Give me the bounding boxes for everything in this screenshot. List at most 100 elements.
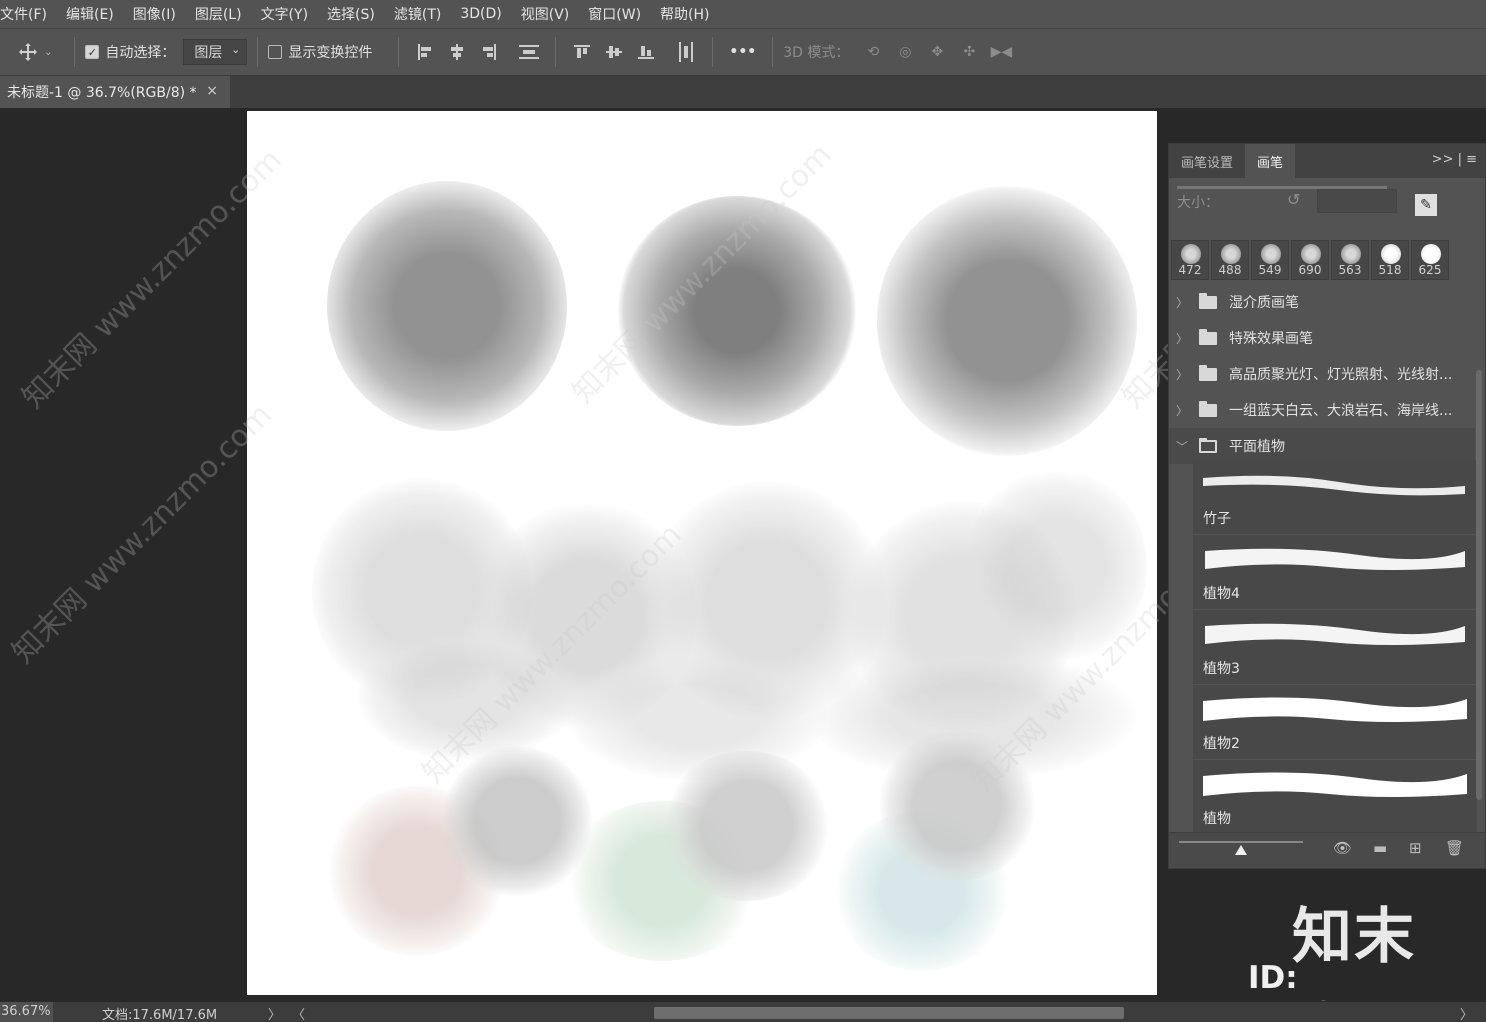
auto-select-checkbox[interactable]: ✓ [85,45,100,59]
show-transform-label: 显示变换控件 [288,45,373,61]
menu-type[interactable]: 文字(Y) [261,4,317,24]
size-label: 大小： [1177,195,1219,211]
brush-tip-icon [1261,244,1281,264]
divider [712,37,714,67]
align-horizontal-center-icon[interactable] [445,40,469,64]
3d-pan-icon[interactable]: ✥ [925,40,949,64]
divider [555,37,557,67]
brush-name: 植物3 [1203,661,1240,677]
brush-preset[interactable]: 472 [1171,240,1209,280]
divider [257,37,259,67]
status-bar: 36.67% 文档:17.6M/17.6M 〉 〈 〉 [0,1001,1486,1022]
brush-item[interactable]: 植物 [1193,760,1477,835]
brush-preset[interactable]: 518 [1371,240,1409,280]
folder-icon [1199,364,1217,381]
3d-scale-icon[interactable]: ▶◀ [989,40,1013,64]
auto-select-target-dropdown[interactable]: 图层 ⌄ [183,39,248,65]
menu-image[interactable]: 图像(I) [133,4,185,24]
distribute-horizontal-icon[interactable] [674,40,698,64]
delete-icon[interactable]: 🗑 [1445,839,1464,857]
size-slider[interactable] [1177,186,1387,189]
brush-preset[interactable]: 549 [1251,240,1289,280]
align-left-icon[interactable] [413,40,437,64]
brush-item[interactable]: 植物2 [1193,685,1477,760]
brush-group[interactable]: 〉 特殊效果画笔 [1169,320,1475,356]
distribute-vertical-icon[interactable] [517,40,541,64]
brush-preset[interactable]: 488 [1211,240,1249,280]
show-transform-checkbox[interactable] [268,45,283,59]
brush-sample [662,751,832,901]
menu-window[interactable]: 窗口(W) [588,4,650,24]
brush-group[interactable]: 〉 高品质聚光灯、灯光照射、光线射... [1169,356,1475,392]
brush-tip-icon [1181,244,1201,264]
brush-tip-icon [1421,244,1441,264]
more-options-button[interactable]: ••• [729,44,756,60]
align-bottom-icon[interactable] [634,40,658,64]
chevron-right-icon[interactable]: 〉 [268,1004,281,1022]
align-vertical-center-icon[interactable] [602,40,626,64]
menu-view[interactable]: 视图(V) [521,4,579,24]
open-folder-icon [1199,437,1217,453]
document-info: 文档:17.6M/17.6M [102,1008,218,1022]
new-group-folder-icon[interactable]: ▬ [1373,839,1387,857]
brush-item[interactable]: 植物3 [1193,610,1477,685]
brush-edit-icon[interactable]: ✎ [1415,194,1437,216]
menu-help[interactable]: 帮助(H) [660,4,718,24]
align-right-icon[interactable] [477,40,501,64]
brush-name: 植物2 [1203,736,1240,752]
move-tool-icon[interactable] [16,40,40,64]
menu-edit[interactable]: 编辑(E) [66,4,123,24]
brush-item[interactable]: 植物4 [1193,535,1477,610]
folder-icon [1199,292,1217,309]
brush-group-expanded[interactable]: ﹀ 平面植物 [1169,428,1475,464]
brush-group[interactable]: 〉 一组蓝天白云、大浪岩石、海岸线... [1169,392,1475,428]
reset-icon[interactable]: ↺ [1287,190,1300,209]
brush-tip-icon [1221,244,1241,264]
slider-thumb[interactable] [1235,845,1247,855]
brush-preset[interactable]: 625 [1411,240,1449,280]
tab-brush-settings[interactable]: 画笔设置 [1169,144,1245,178]
brush-sample [967,466,1147,666]
chevron-right-icon: 〉 [1175,331,1188,346]
menu-layer[interactable]: 图层(L) [195,4,251,24]
menu-3d[interactable]: 3D(D) [460,6,510,22]
brush-group-label: 特殊效果画笔 [1229,331,1313,347]
watermark-text: 知末网 www.znzmo.com [5,397,279,671]
horizontal-scrollbar[interactable] [654,1007,1124,1019]
toggle-preview-icon[interactable]: 👁 [1333,839,1352,857]
brush-item[interactable]: 竹子 [1193,460,1477,535]
divider [398,37,400,67]
brush-preset-size: 518 [1378,263,1402,277]
auto-select-label: 自动选择： [105,45,176,61]
new-brush-icon[interactable]: ⊞ [1409,839,1422,857]
3d-slide-icon[interactable]: ✣ [957,40,981,64]
preview-size-slider[interactable] [1179,841,1303,843]
brush-sample [877,186,1137,456]
zoom-level[interactable]: 36.67% [0,1002,53,1022]
menu-select[interactable]: 选择(S) [327,4,384,24]
chevron-down-icon[interactable]: ⌄ [44,47,52,58]
close-icon[interactable]: × [206,83,218,99]
align-top-icon[interactable] [570,40,594,64]
brush-group[interactable]: 〉 湿介质画笔 [1169,284,1475,320]
size-input[interactable] [1317,189,1397,213]
brush-group-label: 湿介质画笔 [1229,295,1299,311]
menu-file[interactable]: 文件(F) [0,4,56,24]
panel-scrollbar[interactable] [1476,370,1482,800]
3d-roll-icon[interactable]: ◎ [893,40,917,64]
document-tab[interactable]: 未标题-1 @ 36.7%(RGB/8) * × [0,76,230,108]
brush-preset[interactable]: 563 [1331,240,1369,280]
panel-menu-icon[interactable]: >> | ≡ [1432,152,1477,167]
brush-preset-size: 563 [1338,263,1362,277]
3d-rotate-icon[interactable]: ⟲ [861,40,885,64]
brush-preset[interactable]: 690 [1291,240,1329,280]
brush-stroke-list: 竹子 植物4 植物3 植物2 植物 [1193,460,1477,835]
chevron-left-icon[interactable]: 〈 [292,1004,305,1022]
divider [772,37,774,67]
menu-filter[interactable]: 滤镜(T) [394,4,450,24]
brush-group-label: 平面植物 [1229,439,1285,455]
chevron-right-icon[interactable]: 〉 [1460,1004,1473,1022]
document-canvas[interactable] [247,111,1157,995]
tab-brushes[interactable]: 画笔 [1245,144,1296,178]
brush-preset-size: 488 [1218,263,1242,277]
